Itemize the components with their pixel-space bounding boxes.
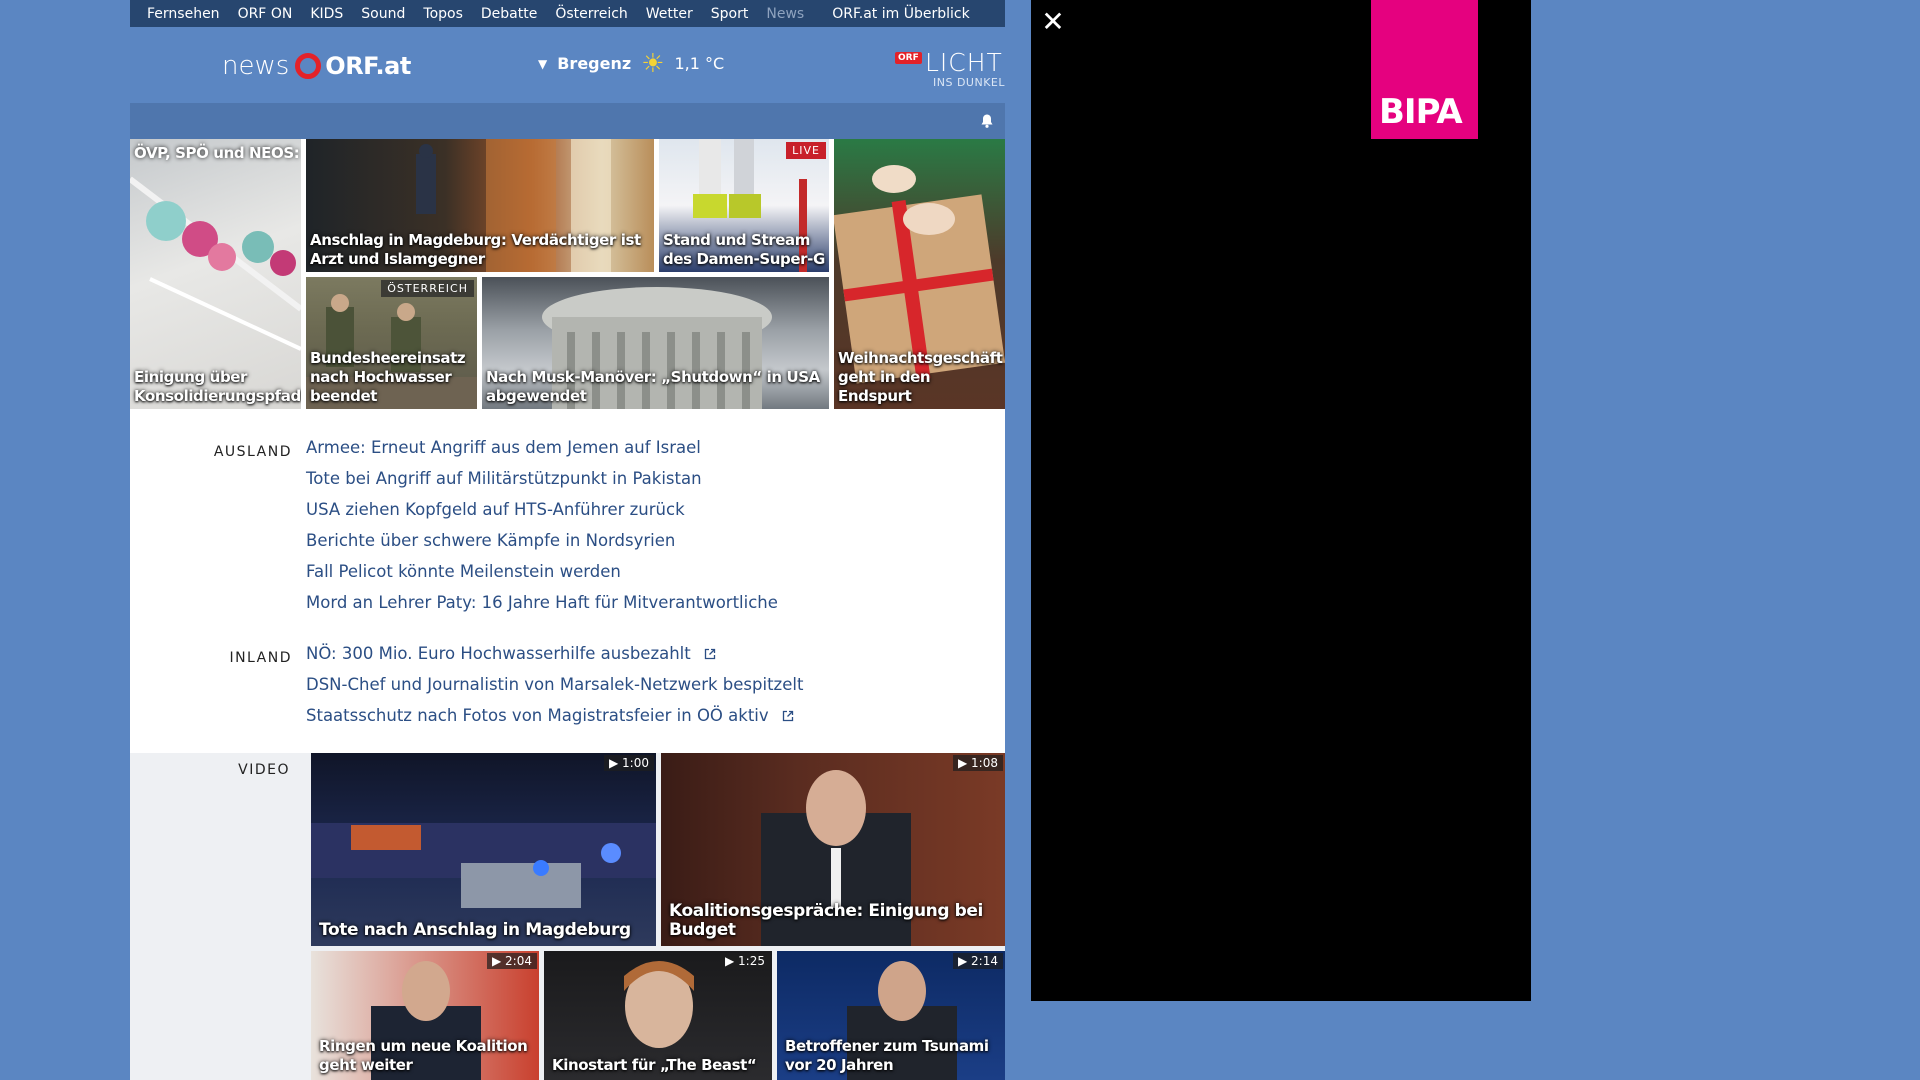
- play-icon: ▶: [957, 756, 968, 770]
- section-label-ausland: AUSLAND: [213, 444, 292, 460]
- teaser-bundesheer[interactable]: ÖSTERREICH Bundesheereinsatz nach Hochwa…: [306, 277, 477, 409]
- weather-city: Bregenz: [557, 54, 632, 73]
- licht-ins-dunkel-logo[interactable]: ORF LICHT INS DUNKEL: [893, 48, 1005, 89]
- external-link-icon: [704, 648, 715, 660]
- video-duration-text: 2:14: [971, 954, 998, 968]
- teaser-magdeburg-title: Anschlag in Magdeburg: Verdächtiger ist …: [310, 231, 641, 268]
- top-navigation: Fernsehen ORF ON KIDS Sound Topos Debatt…: [130, 0, 1005, 27]
- main-content: ÖVP, SPÖ und NEOS: Einigung über Konsoli…: [130, 139, 1005, 1080]
- bipa-ad-logo[interactable]: BIPA: [1371, 0, 1478, 139]
- sun-icon: ☀: [641, 48, 665, 79]
- headline-link[interactable]: DSN-Chef und Journalistin von Marsalek-N…: [306, 669, 803, 700]
- nav-sound[interactable]: Sound: [352, 6, 414, 22]
- video-thumbnail: [311, 823, 656, 908]
- notification-bar: [130, 103, 1005, 139]
- nav-orf-on[interactable]: ORF ON: [229, 6, 302, 22]
- nav-overview[interactable]: ORF.at im Überblick: [823, 6, 978, 22]
- logo-news-text: news: [222, 51, 290, 81]
- teaser-shutdown-title: Nach Musk-Manöver: „Shutdown“ in USA abg…: [486, 368, 820, 405]
- nav-wetter[interactable]: Wetter: [637, 6, 702, 22]
- live-badge: LIVE: [786, 142, 826, 159]
- video-duration: ▶ 1:00: [603, 755, 654, 771]
- ausland-headlines: Armee: Erneut Angriff aus dem Jemen auf …: [306, 432, 778, 618]
- nav-debatte[interactable]: Debatte: [472, 6, 546, 22]
- headline-link[interactable]: USA ziehen Kopfgeld auf HTS-Anführer zur…: [306, 494, 778, 525]
- licht-subtitle: INS DUNKEL: [933, 76, 1005, 89]
- nav-topos[interactable]: Topos: [414, 6, 471, 22]
- teaser-shutdown[interactable]: Nach Musk-Manöver: „Shutdown“ in USA abg…: [482, 277, 829, 409]
- teaser-christmas-shopping[interactable]: Weihnachtsgeschäft geht in den Endspurt: [834, 139, 1005, 409]
- section-label-video: VIDEO: [238, 762, 290, 778]
- teaser-coalition-title: Einigung über Konsolidierungspfad: [134, 368, 301, 405]
- play-icon: ▶: [724, 954, 735, 968]
- play-icon: ▶: [608, 756, 619, 770]
- oesterreich-badge: ÖSTERREICH: [381, 280, 474, 297]
- video-duration: ▶ 1:25: [719, 953, 770, 969]
- video-title: Tote nach Anschlag in Magdeburg: [319, 920, 631, 940]
- video-teaser[interactable]: ▶ 2:04 Ringen um neue Koalition geht wei…: [311, 951, 539, 1080]
- external-link-icon: [782, 710, 793, 722]
- video-duration-text: 1:08: [971, 756, 998, 770]
- video-title: Koalitionsgespräche: Einigung bei Budget: [669, 901, 983, 940]
- orf-eye-icon: [295, 53, 322, 79]
- teaser-christmas-title: Weihnachtsgeschäft geht in den Endspurt: [838, 349, 1003, 405]
- nav-oesterreich[interactable]: Österreich: [546, 6, 636, 22]
- video-teaser[interactable]: ▶ 1:08 Koalitionsgespräche: Einigung bei…: [661, 753, 1005, 946]
- site-header: news ORF.at ▼ Bregenz ☀ 1,1 °C ORF LICHT…: [130, 27, 1005, 103]
- dropdown-arrow-icon: ▼: [538, 56, 548, 71]
- video-section: VIDEO ▶ 1:00 Tote nach Anschlag in Magde…: [130, 753, 1005, 1080]
- headline-link[interactable]: Staatsschutz nach Fotos von Magistratsfe…: [306, 706, 769, 725]
- teaser-coalition-kicker: ÖVP, SPÖ und NEOS:: [134, 144, 300, 162]
- weather-temp: 1,1 °C: [674, 54, 725, 73]
- video-title: Kinostart für „The Beast“: [552, 1056, 757, 1074]
- weather-widget[interactable]: ▼ Bregenz ☀ 1,1 °C: [538, 48, 725, 79]
- video-teaser[interactable]: ▶ 1:25 Kinostart für „The Beast“: [544, 951, 772, 1080]
- video-teaser[interactable]: ▶ 1:00 Tote nach Anschlag in Magdeburg: [311, 753, 656, 946]
- headline-link[interactable]: Armee: Erneut Angriff aus dem Jemen auf …: [306, 432, 778, 463]
- video-title: Ringen um neue Koalition geht weiter: [319, 1037, 528, 1074]
- headline-link[interactable]: Fall Pelicot könnte Meilenstein werden: [306, 556, 778, 587]
- nav-sport[interactable]: Sport: [702, 6, 758, 22]
- headline-link[interactable]: Mord an Lehrer Paty: 16 Jahre Haft für M…: [306, 587, 778, 618]
- nav-news[interactable]: News: [757, 6, 813, 22]
- headline-row: NÖ: 300 Mio. Euro Hochwasserhilfe ausbez…: [306, 638, 803, 669]
- video-duration: ▶ 2:14: [952, 953, 1003, 969]
- bell-icon[interactable]: [979, 113, 995, 129]
- play-icon: ▶: [491, 954, 502, 968]
- video-duration-text: 1:00: [622, 756, 649, 770]
- inland-headlines: NÖ: 300 Mio. Euro Hochwasserhilfe ausbez…: [306, 638, 803, 731]
- licht-orf-badge: ORF: [895, 52, 922, 64]
- news-orf-logo[interactable]: news ORF.at: [222, 51, 411, 81]
- teaser-super-g-title: Stand und Stream des Damen-Super-G: [663, 231, 825, 268]
- video-duration: ▶ 1:08: [952, 755, 1003, 771]
- teaser-magdeburg[interactable]: Anschlag in Magdeburg: Verdächtiger ist …: [306, 139, 654, 272]
- headline-link[interactable]: Tote bei Angriff auf Militärstützpunkt i…: [306, 463, 778, 494]
- video-title: Betroffener zum Tsunami vor 20 Jahren: [785, 1037, 989, 1074]
- ad-overlay: ✕ BIPA: [1031, 0, 1531, 1001]
- headline-link[interactable]: NÖ: 300 Mio. Euro Hochwasserhilfe ausbez…: [306, 644, 691, 663]
- play-icon: ▶: [957, 954, 968, 968]
- bipa-brand-text: BIPA: [1379, 92, 1463, 132]
- video-teaser[interactable]: ▶ 2:14 Betroffener zum Tsunami vor 20 Ja…: [777, 951, 1005, 1080]
- section-label-inland: INLAND: [229, 650, 292, 666]
- nav-fernsehen[interactable]: Fernsehen: [138, 6, 229, 22]
- video-duration: ▶ 2:04: [486, 953, 537, 969]
- video-duration-text: 1:25: [738, 954, 765, 968]
- logo-orf-text: ORF.at: [325, 52, 411, 80]
- close-icon[interactable]: ✕: [1041, 8, 1065, 36]
- teaser-bundesheer-title: Bundesheereinsatz nach Hochwasser beende…: [310, 349, 466, 405]
- video-duration-text: 2:04: [505, 954, 532, 968]
- teaser-super-g[interactable]: LIVE Stand und Stream des Damen-Super-G: [659, 139, 829, 272]
- headline-link[interactable]: Berichte über schwere Kämpfe in Nordsyri…: [306, 525, 778, 556]
- nav-kids[interactable]: KIDS: [301, 6, 352, 22]
- licht-title: LICHT: [925, 48, 1003, 77]
- news-page: Fernsehen ORF ON KIDS Sound Topos Debatt…: [130, 0, 1005, 1080]
- headline-row: Staatsschutz nach Fotos von Magistratsfe…: [306, 700, 803, 731]
- teaser-coalition[interactable]: ÖVP, SPÖ und NEOS: Einigung über Konsoli…: [130, 139, 301, 409]
